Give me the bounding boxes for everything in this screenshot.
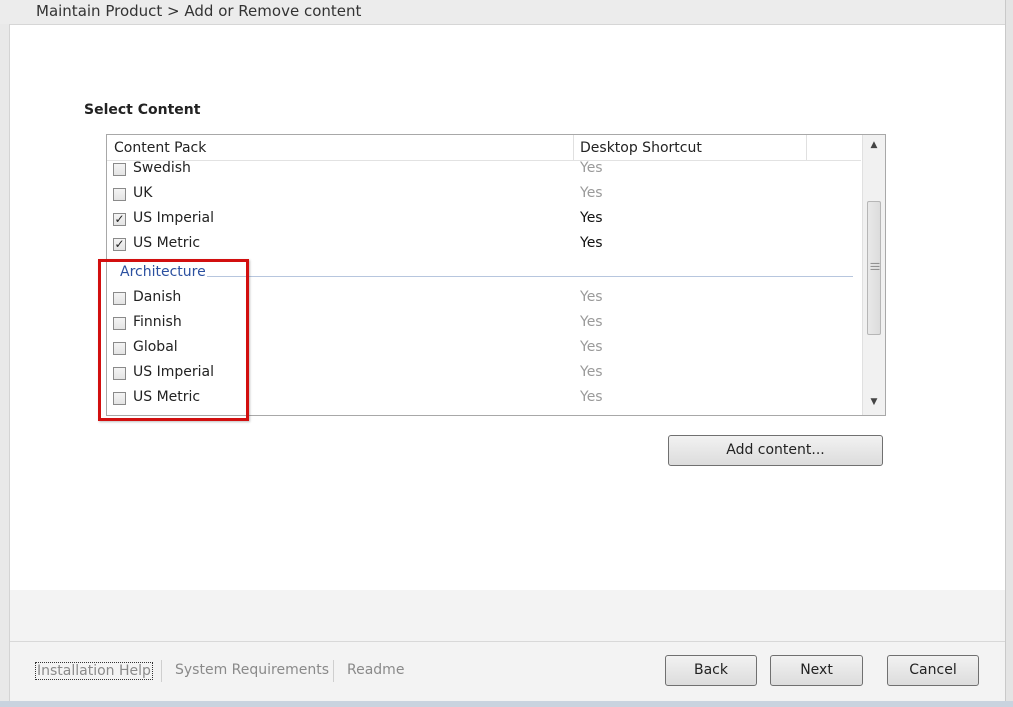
desktop-shortcut-value: Yes — [580, 289, 603, 305]
next-button[interactable]: Next — [770, 655, 863, 686]
column-header-desktop-shortcut[interactable]: Desktop Shortcut — [580, 135, 702, 160]
cancel-button[interactable]: Cancel — [887, 655, 979, 686]
desktop-shortcut-value: Yes — [580, 364, 603, 380]
group-divider — [207, 276, 853, 277]
column-separator — [573, 135, 574, 160]
link-separator — [333, 660, 334, 682]
installation-help-link[interactable]: Installation Help — [35, 662, 153, 680]
system-requirements-link[interactable]: System Requirements — [175, 662, 329, 678]
column-header-content-pack[interactable]: Content Pack — [114, 135, 206, 160]
desktop-shortcut-value: Yes — [580, 389, 603, 405]
back-button[interactable]: Back — [665, 655, 757, 686]
content-pack-name: UK — [133, 185, 153, 201]
scroll-down-arrow-icon[interactable]: ▼ — [863, 393, 885, 411]
desktop-shortcut-value: Yes — [580, 235, 603, 251]
content-pack-name: US Metric — [133, 235, 201, 251]
desktop-shortcut-value: Yes — [580, 339, 603, 355]
footer-area — [10, 590, 1005, 707]
vertical-scrollbar[interactable]: ▲ — — — ▼ — [862, 135, 885, 415]
section-title: Select Content — [84, 102, 201, 118]
taskbar-strip — [0, 701, 1013, 707]
window-frame-right — [1005, 0, 1013, 707]
checkbox[interactable]: ✓ — [113, 238, 126, 251]
highlight-box — [98, 259, 249, 421]
content-pack-name: Swedish — [133, 160, 191, 176]
title-bar: Maintain Product > Add or Remove content — [0, 0, 1013, 25]
list-header: Content Pack Desktop Shortcut — [107, 135, 861, 161]
breadcrumb: Maintain Product > Add or Remove content — [36, 2, 362, 20]
column-separator — [806, 135, 807, 160]
content-pack-name: US Imperial — [133, 210, 214, 226]
footer-divider — [10, 641, 1005, 642]
list-item[interactable]: Swedish Yes — [107, 159, 861, 184]
checkbox[interactable] — [113, 188, 126, 201]
desktop-shortcut-value: Yes — [580, 185, 603, 201]
grip-icon: — — — — [870, 258, 880, 275]
scroll-up-arrow-icon[interactable]: ▲ — [863, 136, 885, 154]
desktop-shortcut-value: Yes — [580, 210, 603, 226]
link-separator — [161, 660, 162, 682]
scroll-thumb[interactable]: — — — — [867, 201, 881, 335]
list-item[interactable]: UK Yes — [107, 184, 861, 209]
window-frame-left — [0, 24, 10, 707]
readme-link[interactable]: Readme — [347, 662, 404, 678]
desktop-shortcut-value: Yes — [580, 314, 603, 330]
desktop-shortcut-value: Yes — [580, 160, 603, 176]
checkbox[interactable] — [113, 163, 126, 176]
checkbox[interactable]: ✓ — [113, 213, 126, 226]
list-item[interactable]: ✓ US Imperial Yes — [107, 209, 861, 234]
list-item[interactable]: ✓ US Metric Yes — [107, 234, 861, 259]
add-content-button[interactable]: Add content... — [668, 435, 883, 466]
